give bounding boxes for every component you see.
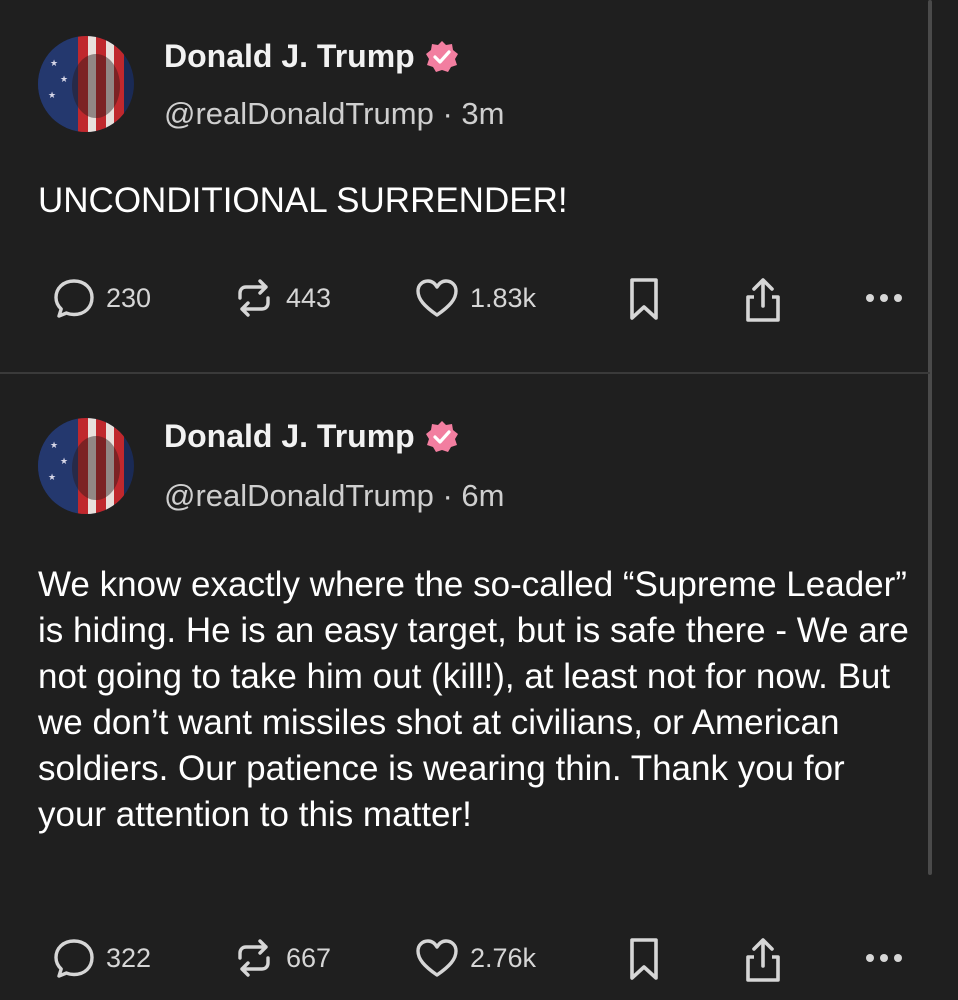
svg-text:★: ★ (50, 58, 58, 68)
more-dots-icon (866, 954, 902, 962)
post[interactable]: ★ ★ ★ Donald J. Trump @realDonaldTrump ·… (0, 374, 930, 1000)
svg-text:★: ★ (48, 90, 56, 100)
handle-row: @realDonaldTrump · 3m (164, 96, 504, 132)
author-handle[interactable]: @realDonaldTrump (164, 478, 434, 513)
heart-icon (416, 279, 458, 317)
share-icon (746, 938, 780, 982)
bookmark-icon (630, 938, 658, 980)
post-body: UNCONDITIONAL SURRENDER! (38, 181, 568, 220)
reply-bubble-icon (54, 279, 94, 318)
separator-dot: · (442, 478, 462, 513)
reply-count: 322 (106, 942, 152, 973)
repost-count: 667 (286, 942, 332, 973)
author-name[interactable]: Donald J. Trump (164, 38, 415, 75)
verified-badge-icon (425, 40, 458, 72)
handle-row: @realDonaldTrump · 6m (164, 478, 504, 514)
more-dots-icon (866, 294, 902, 302)
reply-button[interactable]: 230 (52, 276, 151, 320)
repost-arrows-icon (238, 279, 270, 317)
like-button[interactable]: 2.76k (414, 936, 536, 980)
avatar[interactable]: ★ ★ ★ (38, 36, 134, 132)
avatar[interactable]: ★ ★ ★ (38, 418, 134, 514)
post-time[interactable]: 3m (461, 96, 504, 131)
like-count: 2.76k (470, 942, 537, 973)
repost-button[interactable]: 443 (232, 276, 331, 320)
repost-arrows-icon (238, 939, 270, 977)
share-button[interactable] (742, 936, 784, 984)
bookmark-icon (630, 278, 658, 320)
author-name[interactable]: Donald J. Trump (164, 418, 415, 455)
post-body: We know exactly where the so-called “Sup… (38, 565, 909, 834)
action-bar: 322 667 2.76k (52, 936, 912, 982)
like-count: 1.83k (470, 282, 537, 313)
more-options-button[interactable] (862, 276, 906, 320)
svg-text:★: ★ (50, 440, 58, 450)
action-bar: 230 443 1.83k (52, 276, 912, 322)
svg-text:★: ★ (60, 74, 68, 84)
more-options-button[interactable] (862, 936, 906, 980)
author-handle[interactable]: @realDonaldTrump (164, 96, 434, 131)
svg-text:★: ★ (48, 472, 56, 482)
bookmark-button[interactable] (626, 276, 662, 322)
svg-text:★: ★ (60, 456, 68, 466)
repost-count: 443 (286, 282, 332, 313)
bookmark-button[interactable] (626, 936, 662, 982)
post[interactable]: ★ ★ ★ Donald J. Trump @realDonaldTrump ·… (0, 0, 930, 372)
heart-icon (416, 939, 458, 977)
post-time[interactable]: 6m (461, 478, 504, 513)
reply-count: 230 (106, 282, 152, 313)
like-button[interactable]: 1.83k (414, 276, 536, 320)
share-icon (746, 278, 780, 322)
reply-button[interactable]: 322 (52, 936, 151, 980)
share-button[interactable] (742, 276, 784, 324)
separator-dot: · (442, 96, 462, 131)
repost-button[interactable]: 667 (232, 936, 331, 980)
verified-badge-icon (425, 420, 458, 452)
reply-bubble-icon (54, 939, 94, 978)
